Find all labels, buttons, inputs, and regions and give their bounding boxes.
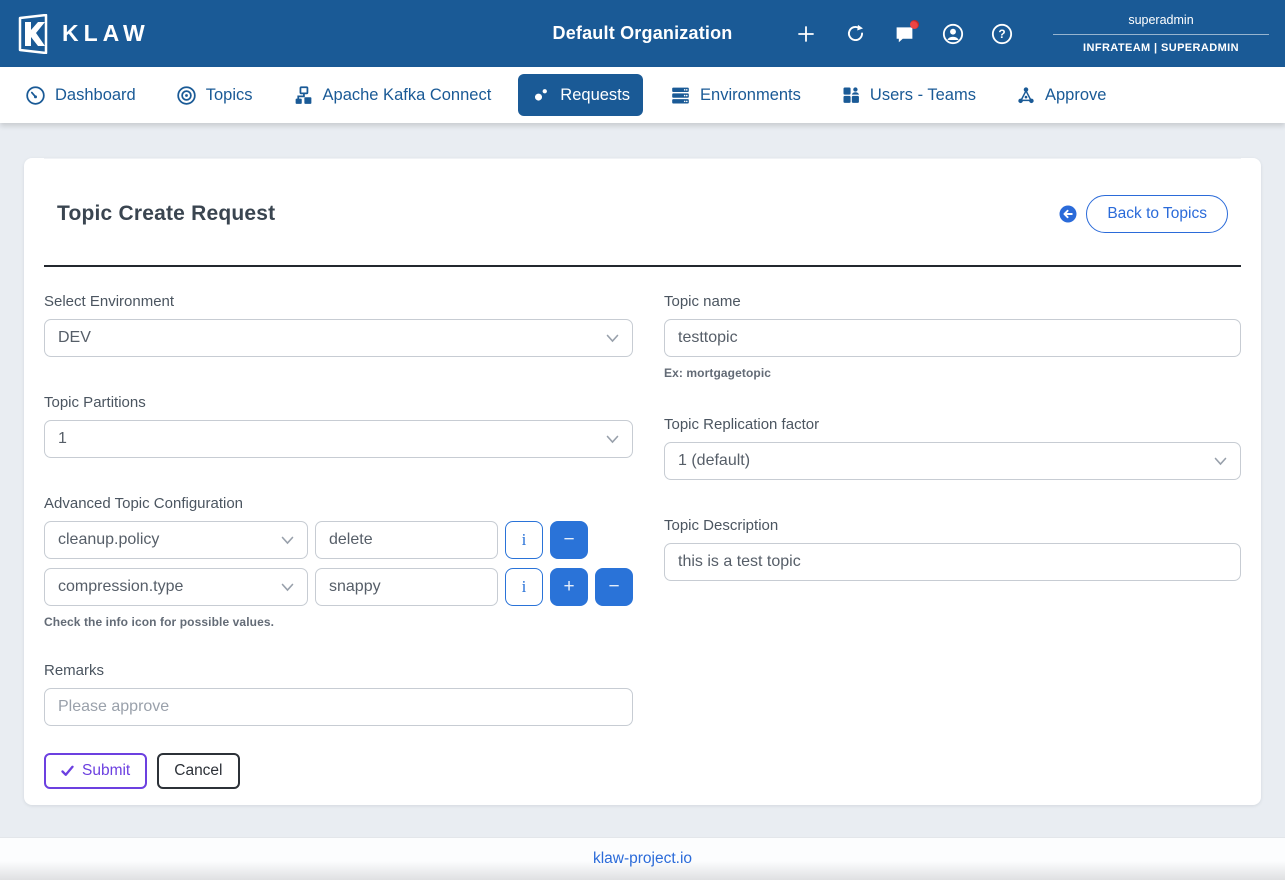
- partitions-field: Topic Partitions 1: [44, 394, 633, 458]
- connect-nodes-icon: [293, 85, 314, 106]
- environment-field: Select Environment DEV: [44, 293, 633, 357]
- notification-badge: [910, 20, 919, 29]
- hub-icon: [1016, 85, 1036, 105]
- tab-label: Requests: [560, 86, 630, 105]
- environment-label: Select Environment: [44, 293, 633, 310]
- submit-label: Submit: [82, 762, 130, 780]
- remove-row-button[interactable]: −: [595, 568, 633, 606]
- gauge-icon: [25, 85, 46, 106]
- user-info: superadmin INFRATEAM | SUPERADMIN: [1053, 13, 1269, 54]
- chevron-down-icon: [281, 536, 294, 545]
- environment-value: DEV: [58, 329, 91, 347]
- target-icon: [176, 85, 197, 106]
- config-key-value: cleanup.policy: [58, 531, 159, 549]
- chevron-down-icon: [1214, 457, 1227, 466]
- tab-users-teams[interactable]: Users - Teams: [828, 74, 989, 116]
- replication-select[interactable]: 1 (default): [664, 442, 1241, 480]
- username: superadmin: [1053, 13, 1269, 35]
- team-role: INFRATEAM | SUPERADMIN: [1053, 35, 1269, 54]
- partitions-value: 1: [58, 430, 67, 448]
- page-body: Topic Create Request Back to Topics Sele…: [0, 123, 1285, 837]
- topic-name-input[interactable]: [664, 319, 1241, 357]
- remarks-input[interactable]: [44, 688, 633, 726]
- description-input[interactable]: [664, 543, 1241, 581]
- refresh-icon[interactable]: [844, 23, 866, 45]
- info-button[interactable]: i: [505, 568, 543, 606]
- submit-button[interactable]: Submit: [44, 753, 147, 789]
- remove-row-button[interactable]: −: [550, 521, 588, 559]
- klaw-logo[interactable]: KLAW: [16, 14, 150, 54]
- tab-topics[interactable]: Topics: [163, 74, 266, 117]
- description-field: Topic Description: [664, 517, 1241, 581]
- replication-value: 1 (default): [678, 452, 750, 470]
- config-key-value: compression.type: [58, 578, 183, 596]
- chevron-down-icon: [606, 334, 619, 343]
- add-row-button[interactable]: +: [550, 568, 588, 606]
- advanced-config-helper: Check the info icon for possible values.: [44, 615, 633, 629]
- check-icon: [61, 765, 74, 777]
- top-navbar: KLAW Default Organization ? superadmin I: [0, 0, 1285, 67]
- tab-label: Users - Teams: [870, 86, 976, 105]
- svg-text:?: ?: [998, 27, 1005, 41]
- replication-label: Topic Replication factor: [664, 416, 1241, 433]
- config-row: compression.type i + −: [44, 568, 633, 606]
- config-key-select-2[interactable]: compression.type: [44, 568, 308, 606]
- config-key-select-1[interactable]: cleanup.policy: [44, 521, 308, 559]
- topic-name-field: Topic name Ex: mortgagetopic: [664, 293, 1241, 380]
- back-to-topics-button[interactable]: Back to Topics: [1086, 195, 1228, 233]
- topic-request-card: Topic Create Request Back to Topics Sele…: [24, 158, 1261, 805]
- advanced-config-field: Advanced Topic Configuration cleanup.pol…: [44, 495, 633, 629]
- topic-request-form: Select Environment DEV Topic Partitions …: [44, 293, 1241, 789]
- klaw-project-link[interactable]: klaw-project.io: [593, 850, 692, 868]
- info-button[interactable]: i: [505, 521, 543, 559]
- chevron-down-icon: [606, 435, 619, 444]
- dots-icon: [531, 85, 551, 105]
- cancel-button[interactable]: Cancel: [157, 753, 239, 789]
- tab-dashboard[interactable]: Dashboard: [12, 74, 149, 117]
- main-navigation: Dashboard Topics Apache Kafka Connect Re…: [0, 67, 1285, 123]
- description-label: Topic Description: [664, 517, 1241, 534]
- title-divider: [44, 265, 1241, 267]
- topic-name-helper: Ex: mortgagetopic: [664, 366, 1241, 380]
- tab-label: Environments: [700, 86, 801, 105]
- klaw-logo-icon: [16, 14, 50, 54]
- config-value-input-1[interactable]: [315, 521, 498, 559]
- page-footer: klaw-project.io: [0, 837, 1285, 880]
- remarks-label: Remarks: [44, 662, 633, 679]
- user-grid-icon: [841, 85, 861, 105]
- remarks-field: Remarks: [44, 662, 633, 726]
- partitions-label: Topic Partitions: [44, 394, 633, 411]
- chat-icon[interactable]: [893, 23, 915, 45]
- topic-name-label: Topic name: [664, 293, 1241, 310]
- partitions-select[interactable]: 1: [44, 420, 633, 458]
- tab-label: Apache Kafka Connect: [323, 86, 492, 105]
- help-icon[interactable]: ?: [991, 23, 1013, 45]
- tab-label: Topics: [206, 86, 253, 105]
- environment-select[interactable]: DEV: [44, 319, 633, 357]
- account-icon[interactable]: [942, 23, 964, 45]
- circle-arrow-left-icon[interactable]: [1059, 205, 1077, 223]
- page-title: Topic Create Request: [57, 202, 275, 226]
- replication-field: Topic Replication factor 1 (default): [664, 416, 1241, 480]
- config-row: cleanup.policy i −: [44, 521, 633, 559]
- tab-kafka-connect[interactable]: Apache Kafka Connect: [280, 74, 505, 117]
- advanced-config-label: Advanced Topic Configuration: [44, 495, 633, 512]
- server-stack-icon: [670, 85, 691, 106]
- brand-name: KLAW: [62, 20, 150, 47]
- tab-label: Dashboard: [55, 86, 136, 105]
- tab-environments[interactable]: Environments: [657, 74, 814, 117]
- config-value-input-2[interactable]: [315, 568, 498, 606]
- tab-approve[interactable]: Approve: [1003, 74, 1119, 116]
- organization-title: Default Organization: [552, 23, 732, 44]
- chevron-down-icon: [281, 583, 294, 592]
- add-icon[interactable]: [795, 23, 817, 45]
- tab-requests[interactable]: Requests: [518, 74, 643, 116]
- tab-label: Approve: [1045, 86, 1106, 105]
